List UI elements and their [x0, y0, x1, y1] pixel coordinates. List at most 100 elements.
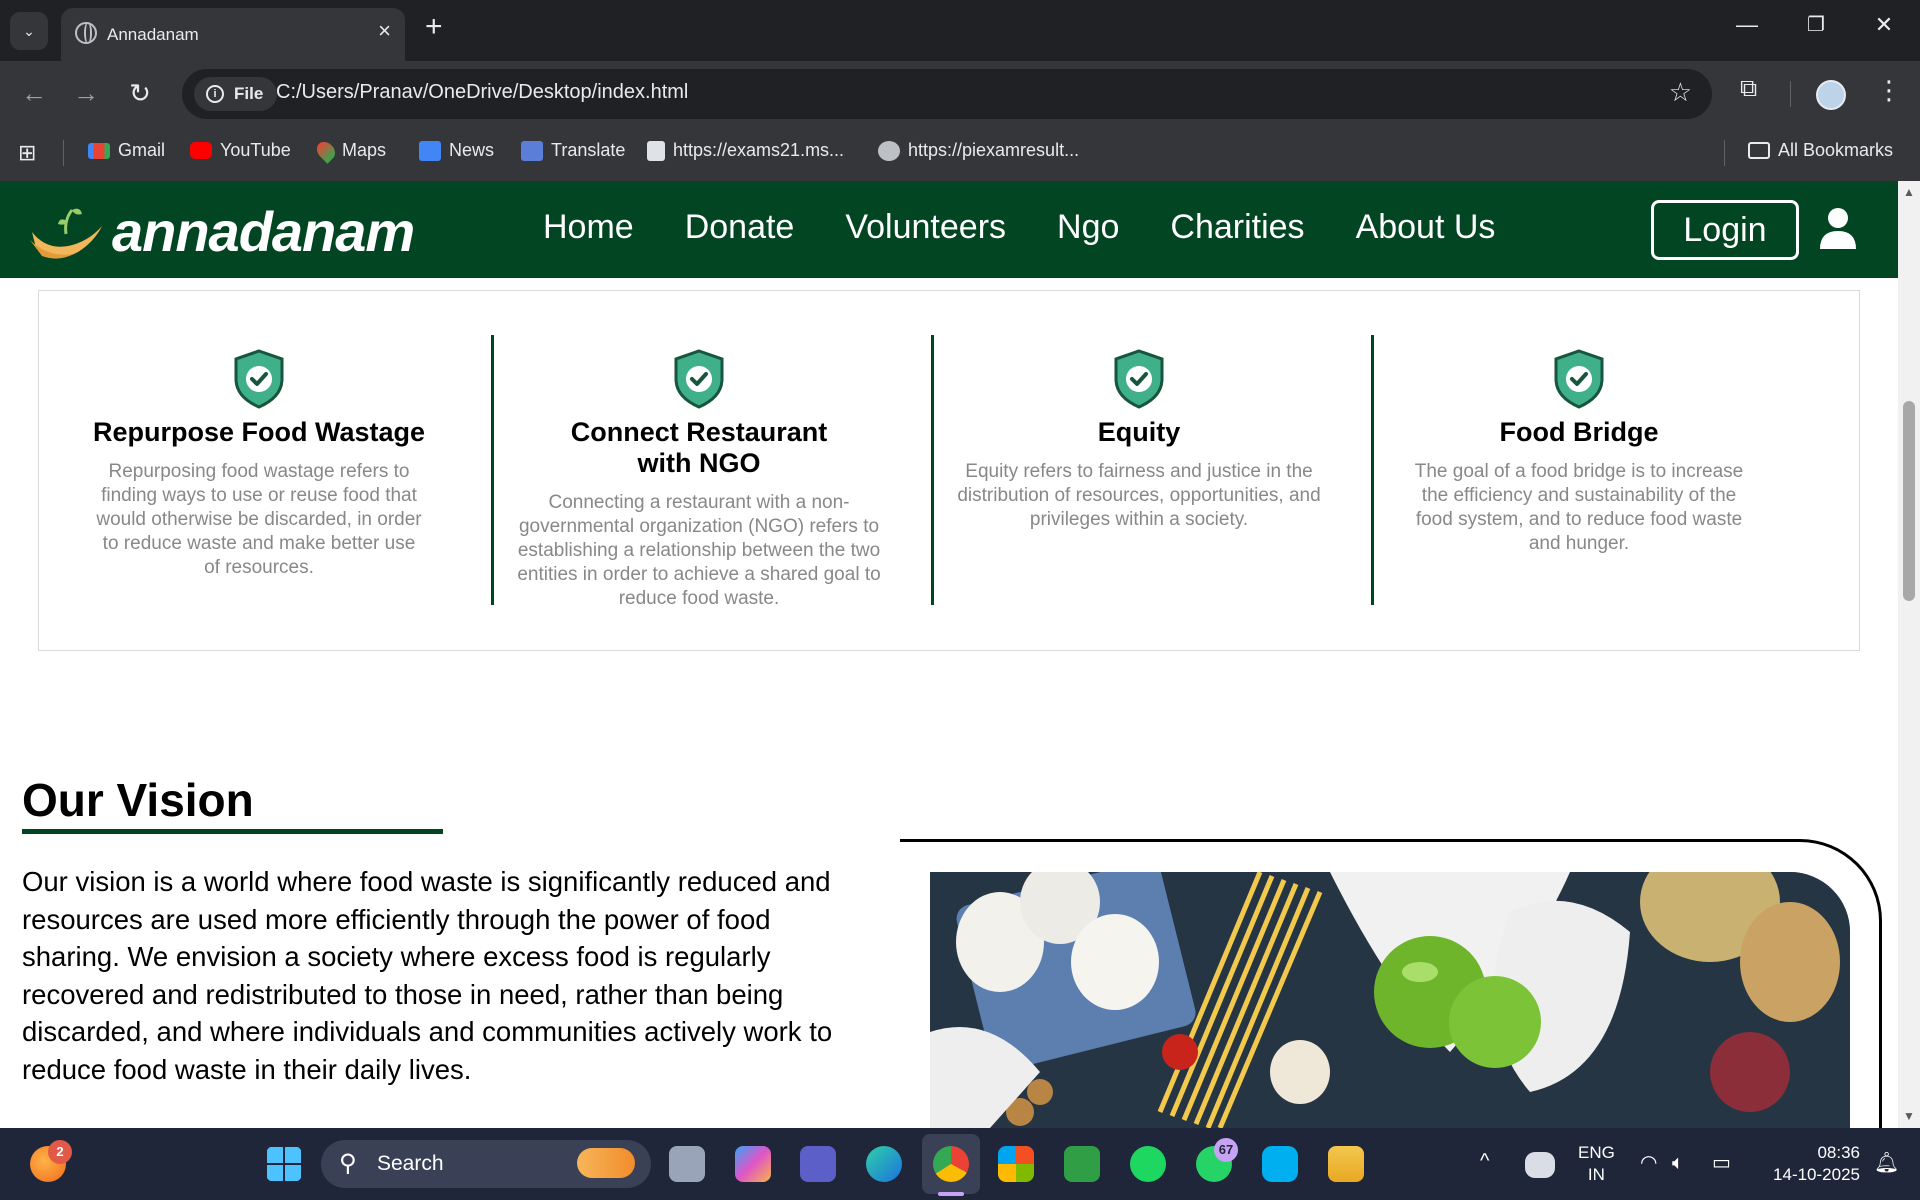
vision-underline [22, 829, 443, 834]
food-groceries-image [930, 872, 1850, 1128]
chat-app-icon[interactable] [1064, 1146, 1100, 1182]
site-info-label: File [234, 84, 264, 103]
spotify-icon[interactable] [1130, 1146, 1166, 1182]
address-bar[interactable]: i File C:/Users/Pranav/OneDrive/Desktop/… [182, 69, 1712, 119]
globe-icon [75, 22, 97, 44]
bookmark-label: YouTube [220, 140, 291, 160]
diya-search-highlight-icon [577, 1148, 635, 1178]
bookmarks-divider [63, 140, 64, 166]
bookmark-label: News [449, 140, 495, 160]
vision-title: Our Vision [22, 774, 254, 826]
translate-icon [521, 140, 543, 161]
bookmark-label: https://piexamresult... [908, 140, 1080, 160]
folder-icon [1748, 142, 1770, 159]
chrome-icon[interactable] [933, 1146, 969, 1182]
notification-center-icon[interactable]: 🔔︎ [1874, 1152, 1899, 1174]
scroll-down-icon[interactable]: ▼ [1903, 1109, 1915, 1123]
all-bookmarks-button[interactable]: All Bookmarks [1748, 140, 1893, 161]
whatsapp-badge: 67 [1214, 1138, 1238, 1162]
bookmark-star-icon[interactable]: ☆ [1669, 77, 1692, 108]
user-icon[interactable] [1820, 207, 1856, 249]
minimize-icon[interactable]: — [1727, 12, 1767, 38]
wifi-icon[interactable]: ◠ [1640, 1152, 1657, 1174]
browser-toolbar: ← → ↻ i File C:/Users/Pranav/OneDrive/De… [0, 61, 1920, 126]
onedrive-status-icon[interactable] [1525, 1152, 1555, 1178]
battery-icon[interactable]: ▭ [1712, 1152, 1731, 1174]
scroll-up-icon[interactable]: ▲ [1903, 185, 1915, 199]
bookmark-youtube[interactable]: YouTube [190, 140, 291, 161]
tab-title: Annadanam [107, 24, 199, 44]
close-tab-icon[interactable]: × [378, 18, 391, 44]
close-window-icon[interactable]: ✕ [1864, 12, 1904, 38]
news-icon [419, 140, 441, 161]
bookmark-exams21[interactable]: https://exams21.ms... [647, 140, 844, 161]
skype-icon[interactable] [1262, 1146, 1298, 1182]
scrollbar-thumb[interactable] [1903, 401, 1915, 601]
profile-avatar[interactable] [1816, 80, 1846, 110]
forward-icon[interactable]: → [68, 75, 104, 111]
web-page: annadanam Home Donate Volunteers Ngo Cha… [0, 181, 1898, 1128]
teams-icon[interactable] [800, 1146, 836, 1182]
gmail-icon [88, 142, 110, 159]
volume-icon[interactable]: 🔈︎ [1672, 1152, 1684, 1174]
show-hidden-icons[interactable]: ^ [1480, 1150, 1489, 1172]
nav-ngo[interactable]: Ngo [1057, 208, 1119, 247]
bookmark-translate[interactable]: Translate [521, 140, 625, 161]
bookmark-maps[interactable]: Maps [313, 137, 387, 164]
task-view-icon[interactable] [669, 1146, 705, 1182]
nav-charities[interactable]: Charities [1170, 208, 1304, 247]
restore-icon[interactable]: ❐ [1796, 12, 1836, 37]
all-bookmarks-label: All Bookmarks [1778, 140, 1894, 160]
reload-icon[interactable]: ↻ [122, 75, 158, 111]
windows-start-icon[interactable] [266, 1146, 302, 1182]
time-label: 08:36 [1817, 1143, 1860, 1162]
bookmark-label: Maps [342, 140, 387, 160]
feature-repurpose-food-wastage: Repurpose Food Wastage Repurposing food … [39, 335, 479, 580]
info-icon: i [206, 85, 224, 103]
file-explorer-icon[interactable] [1328, 1146, 1364, 1182]
active-app-indicator [938, 1192, 964, 1196]
tab-search-dropdown-icon[interactable]: ⌄ [10, 12, 48, 50]
tab-bar: ⌄ Annadanam × + — ❐ ✕ [0, 0, 1920, 61]
feature-text: The goal of a food bridge is to increase… [1414, 461, 1744, 554]
bookmark-gmail[interactable]: Gmail [88, 140, 165, 161]
hand-leaf-logo-icon [30, 208, 102, 259]
copilot-icon[interactable] [735, 1146, 771, 1182]
url-text[interactable]: C:/Users/Pranav/OneDrive/Desktop/index.h… [276, 81, 688, 104]
youtube-icon [190, 142, 212, 159]
feature-food-bridge: Food Bridge The goal of a food bridge is… [1359, 335, 1799, 556]
site-globe-icon [878, 140, 900, 161]
region-label: IN [1587, 1165, 1605, 1184]
shield-check-icon [1114, 349, 1164, 409]
apps-grid-icon[interactable]: ⊞ [18, 140, 36, 166]
bookmarks-divider [1724, 140, 1725, 166]
site-logo[interactable]: annadanam [28, 199, 415, 264]
tab-annadanam[interactable]: Annadanam × [61, 8, 405, 61]
nav-about-us[interactable]: About Us [1356, 208, 1496, 247]
site-navbar: annadanam Home Donate Volunteers Ngo Cha… [0, 181, 1898, 278]
shield-check-icon [674, 349, 724, 409]
nav-home[interactable]: Home [543, 208, 634, 247]
bookmark-label: Gmail [118, 140, 166, 160]
nav-volunteers[interactable]: Volunteers [845, 208, 1006, 247]
menu-kebab-icon[interactable]: ⋮ [1876, 75, 1902, 106]
edge-icon[interactable] [866, 1146, 902, 1182]
login-button[interactable]: Login [1651, 200, 1799, 260]
new-tab-icon[interactable]: + [425, 10, 443, 44]
page-scrollbar[interactable]: ▲ ▼ [1898, 181, 1920, 1128]
nav-donate[interactable]: Donate [685, 208, 795, 247]
extensions-icon[interactable]: ⧉ [1740, 75, 1757, 103]
windows-taskbar: 2 ⚲ Search 67 ^ ENG IN ◠ 🔈︎ ▭ 08:36 14-1… [0, 1128, 1920, 1200]
site-info-button[interactable]: i File [194, 77, 278, 111]
microsoft-store-icon[interactable] [998, 1146, 1034, 1182]
input-language[interactable]: ENG IN [1578, 1142, 1615, 1186]
search-label: Search [377, 1152, 444, 1175]
bookmark-piexamresult[interactable]: https://piexamresult... [878, 140, 1079, 161]
features-panel: Repurpose Food Wastage Repurposing food … [38, 290, 1860, 651]
food-image [930, 872, 1850, 1128]
document-icon [647, 140, 665, 161]
bookmark-news[interactable]: News [419, 140, 494, 161]
back-icon[interactable]: ← [16, 75, 52, 111]
taskbar-search[interactable]: ⚲ Search [321, 1140, 651, 1188]
clock[interactable]: 08:36 14-10-2025 [1760, 1142, 1860, 1186]
